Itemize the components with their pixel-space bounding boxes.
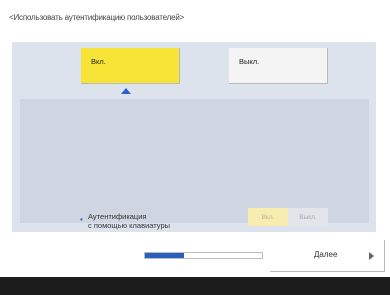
bottom-bar (0, 277, 390, 295)
selection-pointer-icon (121, 88, 131, 94)
keyboard-auth-on-button[interactable]: Вкл. (248, 208, 288, 226)
next-button-label: Далее (314, 250, 338, 259)
keyboard-auth-on-label: Вкл. (261, 213, 275, 221)
bullet-icon: • (80, 215, 83, 224)
keyboard-auth-label-line2: с помощью клавиатуры (88, 221, 171, 230)
triangle-right-icon (369, 252, 374, 260)
next-button[interactable]: Далее (270, 240, 385, 272)
sub-settings-panel: • Аутентификация с помощью клавиатуры Вк… (20, 99, 369, 230)
progress-bar-fill (145, 253, 184, 258)
keyboard-auth-off-button[interactable]: Выкл. (288, 208, 328, 226)
keyboard-auth-label-line1: Аутентификация (88, 212, 147, 221)
keyboard-auth-label: Аутентификация с помощью клавиатуры (88, 212, 170, 230)
off-button-label: Выкл. (239, 57, 260, 66)
progress-bar (144, 252, 263, 259)
off-button[interactable]: Выкл. (229, 48, 328, 84)
settings-panel: Вкл. Выкл. • Аутентификация с помощью кл… (12, 42, 376, 232)
on-button[interactable]: Вкл. (81, 48, 180, 84)
keyboard-auth-off-label: Выкл. (299, 213, 317, 221)
page-title: <Использовать аутентификацию пользовател… (9, 13, 185, 22)
on-button-label: Вкл. (91, 57, 106, 66)
